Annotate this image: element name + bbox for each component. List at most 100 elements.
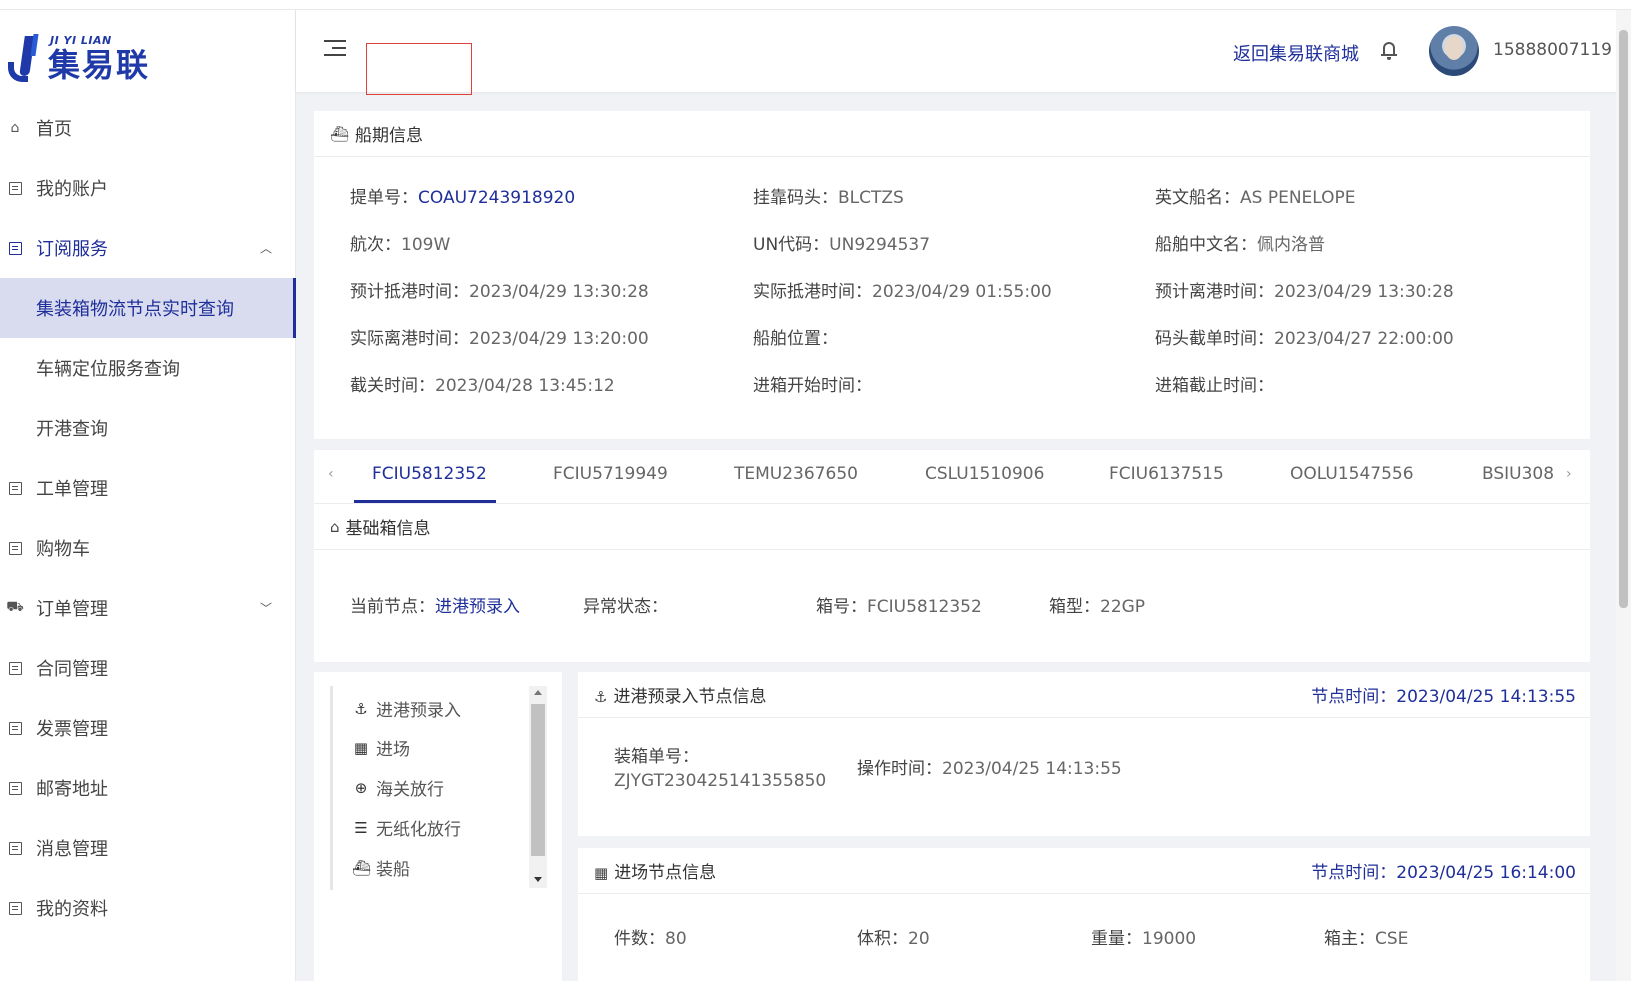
menu-toggle-icon[interactable] — [324, 40, 346, 58]
timeline-item[interactable]: ⊕ 海关放行 — [352, 775, 444, 801]
node-info-card-gate-in: ▦ 进场节点信息 节点时间：2023/04/25 16:14:00 件数：80 体… — [578, 848, 1590, 981]
sidebar-item-label: 订单管理 — [36, 599, 108, 620]
terminal-cutoff-label: 码头截单时间： — [1155, 329, 1274, 349]
sidebar-item-label: 消息管理 — [36, 839, 108, 860]
logo[interactable]: JI YI LIAN 集易联 — [6, 28, 150, 88]
ship-icon: ⛴ — [330, 124, 350, 143]
ata-label: 实际抵港时间： — [753, 282, 872, 302]
sidebar-subitem-label: 开港查询 — [36, 419, 108, 440]
tab-container[interactable]: OOLU1547556 — [1290, 464, 1414, 484]
sidebar-item-subscription[interactable]: 订阅服务 ︿ — [0, 218, 296, 278]
node-time: 节点时间：2023/04/25 14:13:55 — [1311, 687, 1576, 707]
tab-container[interactable]: FCIU5812352 — [372, 464, 487, 484]
top-border — [0, 0, 1631, 10]
pieces-label: 件数： — [614, 929, 665, 949]
sidebar-menu: ⌂ 首页 我的账户 订阅服务 ︿ 集装箱物流节点实时查询 车辆定位服务查询 开港… — [0, 98, 296, 938]
customs-cutoff-value: 2023/04/28 13:45:12 — [435, 376, 615, 396]
tab-container[interactable]: CSLU1510906 — [925, 464, 1044, 484]
sidebar-item-messages[interactable]: 消息管理 — [0, 818, 296, 878]
vessel-en-value: AS PENELOPE — [1240, 188, 1356, 208]
sidebar-item-label: 合同管理 — [36, 659, 108, 680]
operation-time-value: 2023/04/25 14:13:55 — [942, 759, 1122, 779]
sidebar-item-tickets[interactable]: 工单管理 — [0, 458, 296, 518]
user-phone[interactable]: 15888007119 — [1493, 40, 1612, 60]
sidebar-item-cart[interactable]: 购物车 — [0, 518, 296, 578]
chevron-up-icon: ︿ — [259, 241, 272, 256]
list-icon — [6, 839, 24, 857]
timeline-scrollbar[interactable] — [529, 686, 547, 888]
base-info-title: ⌂ 基础箱信息 — [314, 504, 1590, 550]
bell-icon[interactable] — [1381, 40, 1397, 60]
avatar[interactable] — [1429, 26, 1479, 76]
owner-value: CSE — [1375, 929, 1409, 949]
tab-container[interactable]: BSIU308 — [1482, 464, 1554, 484]
etd-value: 2023/04/29 13:30:28 — [1274, 282, 1454, 302]
operation-time-label: 操作时间： — [857, 759, 942, 779]
sidebar-item-profile[interactable]: 我的资料 — [0, 878, 296, 938]
weight-label: 重量： — [1091, 929, 1142, 949]
sidebar-item-invoices[interactable]: 发票管理 — [0, 698, 296, 758]
owner-label: 箱主： — [1324, 929, 1375, 949]
sidebar-subitem-vehicle-tracking[interactable]: 车辆定位服务查询 — [0, 338, 296, 398]
node-info-title: ⚓ 进港预录入节点信息 节点时间：2023/04/25 14:13:55 — [578, 672, 1590, 718]
tab-container[interactable]: FCIU5719949 — [553, 464, 668, 484]
sidebar-item-label: 我的账户 — [36, 179, 108, 200]
box-type-value: 22GP — [1100, 597, 1146, 617]
ship-info-title: ⛴ 船期信息 — [314, 111, 1590, 157]
atd-value: 2023/04/29 13:20:00 — [469, 329, 649, 349]
container-tabs: ‹ FCIU5812352 FCIU5719949 TEMU2367650 CS… — [314, 450, 1590, 504]
terminal-cutoff-value: 2023/04/27 22:00:00 — [1274, 329, 1454, 349]
vessel-cn-label: 船舶中文名： — [1155, 235, 1257, 255]
paperless-icon: ☰ — [354, 818, 368, 837]
highlight-box — [366, 43, 472, 95]
sidebar-subitem-container-tracking[interactable]: 集装箱物流节点实时查询 — [0, 278, 296, 338]
voyage-value: 109W — [401, 235, 451, 255]
node-info-title: ▦ 进场节点信息 节点时间：2023/04/25 16:14:00 — [578, 848, 1590, 894]
sidebar-item-mailing-address[interactable]: 邮寄地址 — [0, 758, 296, 818]
base-info-title-text: 基础箱信息 — [345, 519, 431, 539]
logo-icon — [6, 32, 40, 84]
anchor-icon: ⚓ — [594, 688, 608, 706]
chevron-right-icon[interactable]: › — [1566, 466, 1572, 482]
timeline-item[interactable]: ☰ 无纸化放行 — [352, 815, 461, 841]
sidebar-item-label: 订阅服务 — [36, 239, 108, 260]
volume-label: 体积： — [857, 929, 908, 949]
sidebar-item-orders[interactable]: ⛟ 订单管理 ﹀ — [0, 578, 296, 638]
back-to-mall-link[interactable]: 返回集易联商城 — [1233, 40, 1359, 66]
timeline-item[interactable]: ⛴ 装船 — [352, 855, 410, 881]
tab-active-indicator — [354, 500, 496, 503]
etd-label: 预计离港时间： — [1155, 282, 1274, 302]
atd-label: 实际离港时间： — [350, 329, 469, 349]
tab-container[interactable]: TEMU2367650 — [734, 464, 858, 484]
building-icon: ▦ — [353, 738, 369, 757]
sidebar-item-contracts[interactable]: 合同管理 — [0, 638, 296, 698]
sidebar-subitem-label: 集装箱物流节点实时查询 — [36, 299, 234, 320]
tab-container[interactable]: FCIU6137515 — [1109, 464, 1224, 484]
terminal-label: 挂靠码头： — [753, 188, 838, 208]
sidebar-item-home[interactable]: ⌂ 首页 — [0, 98, 296, 158]
list-icon — [6, 899, 24, 917]
timeline-item[interactable]: ⚓ 进港预录入 — [352, 696, 461, 722]
sidebar-item-label: 邮寄地址 — [36, 779, 108, 800]
gate-in-start-label: 进箱开始时间： — [753, 376, 872, 396]
sidebar-item-account[interactable]: 我的账户 — [0, 158, 296, 218]
list-icon — [6, 659, 24, 677]
sidebar-item-label: 工单管理 — [36, 479, 108, 500]
customs-cutoff-label: 截关时间： — [350, 376, 435, 396]
home-icon: ⌂ — [10, 120, 20, 136]
pieces-value: 80 — [665, 929, 687, 949]
vessel-cn-value: 佩内洛普 — [1257, 235, 1325, 255]
list-icon — [6, 479, 24, 497]
bl-no-link[interactable]: COAU7243918920 — [418, 188, 575, 208]
un-code-label: UN代码： — [753, 235, 830, 255]
sidebar-subitem-port-opening[interactable]: 开港查询 — [0, 398, 296, 458]
current-node-value: 进港预录入 — [435, 597, 520, 617]
chevron-left-icon[interactable]: ‹ — [328, 466, 334, 482]
timeline-item[interactable]: ▦ 进场 — [352, 735, 410, 761]
page-scrollbar[interactable] — [1616, 10, 1631, 981]
ship-icon: ⛴ — [352, 858, 372, 877]
eta-label: 预计抵港时间： — [350, 282, 469, 302]
top-header: 返回集易联商城 15888007119 — [296, 10, 1616, 95]
current-node-label: 当前节点： — [350, 597, 435, 617]
building-icon: ▦ — [594, 864, 609, 882]
